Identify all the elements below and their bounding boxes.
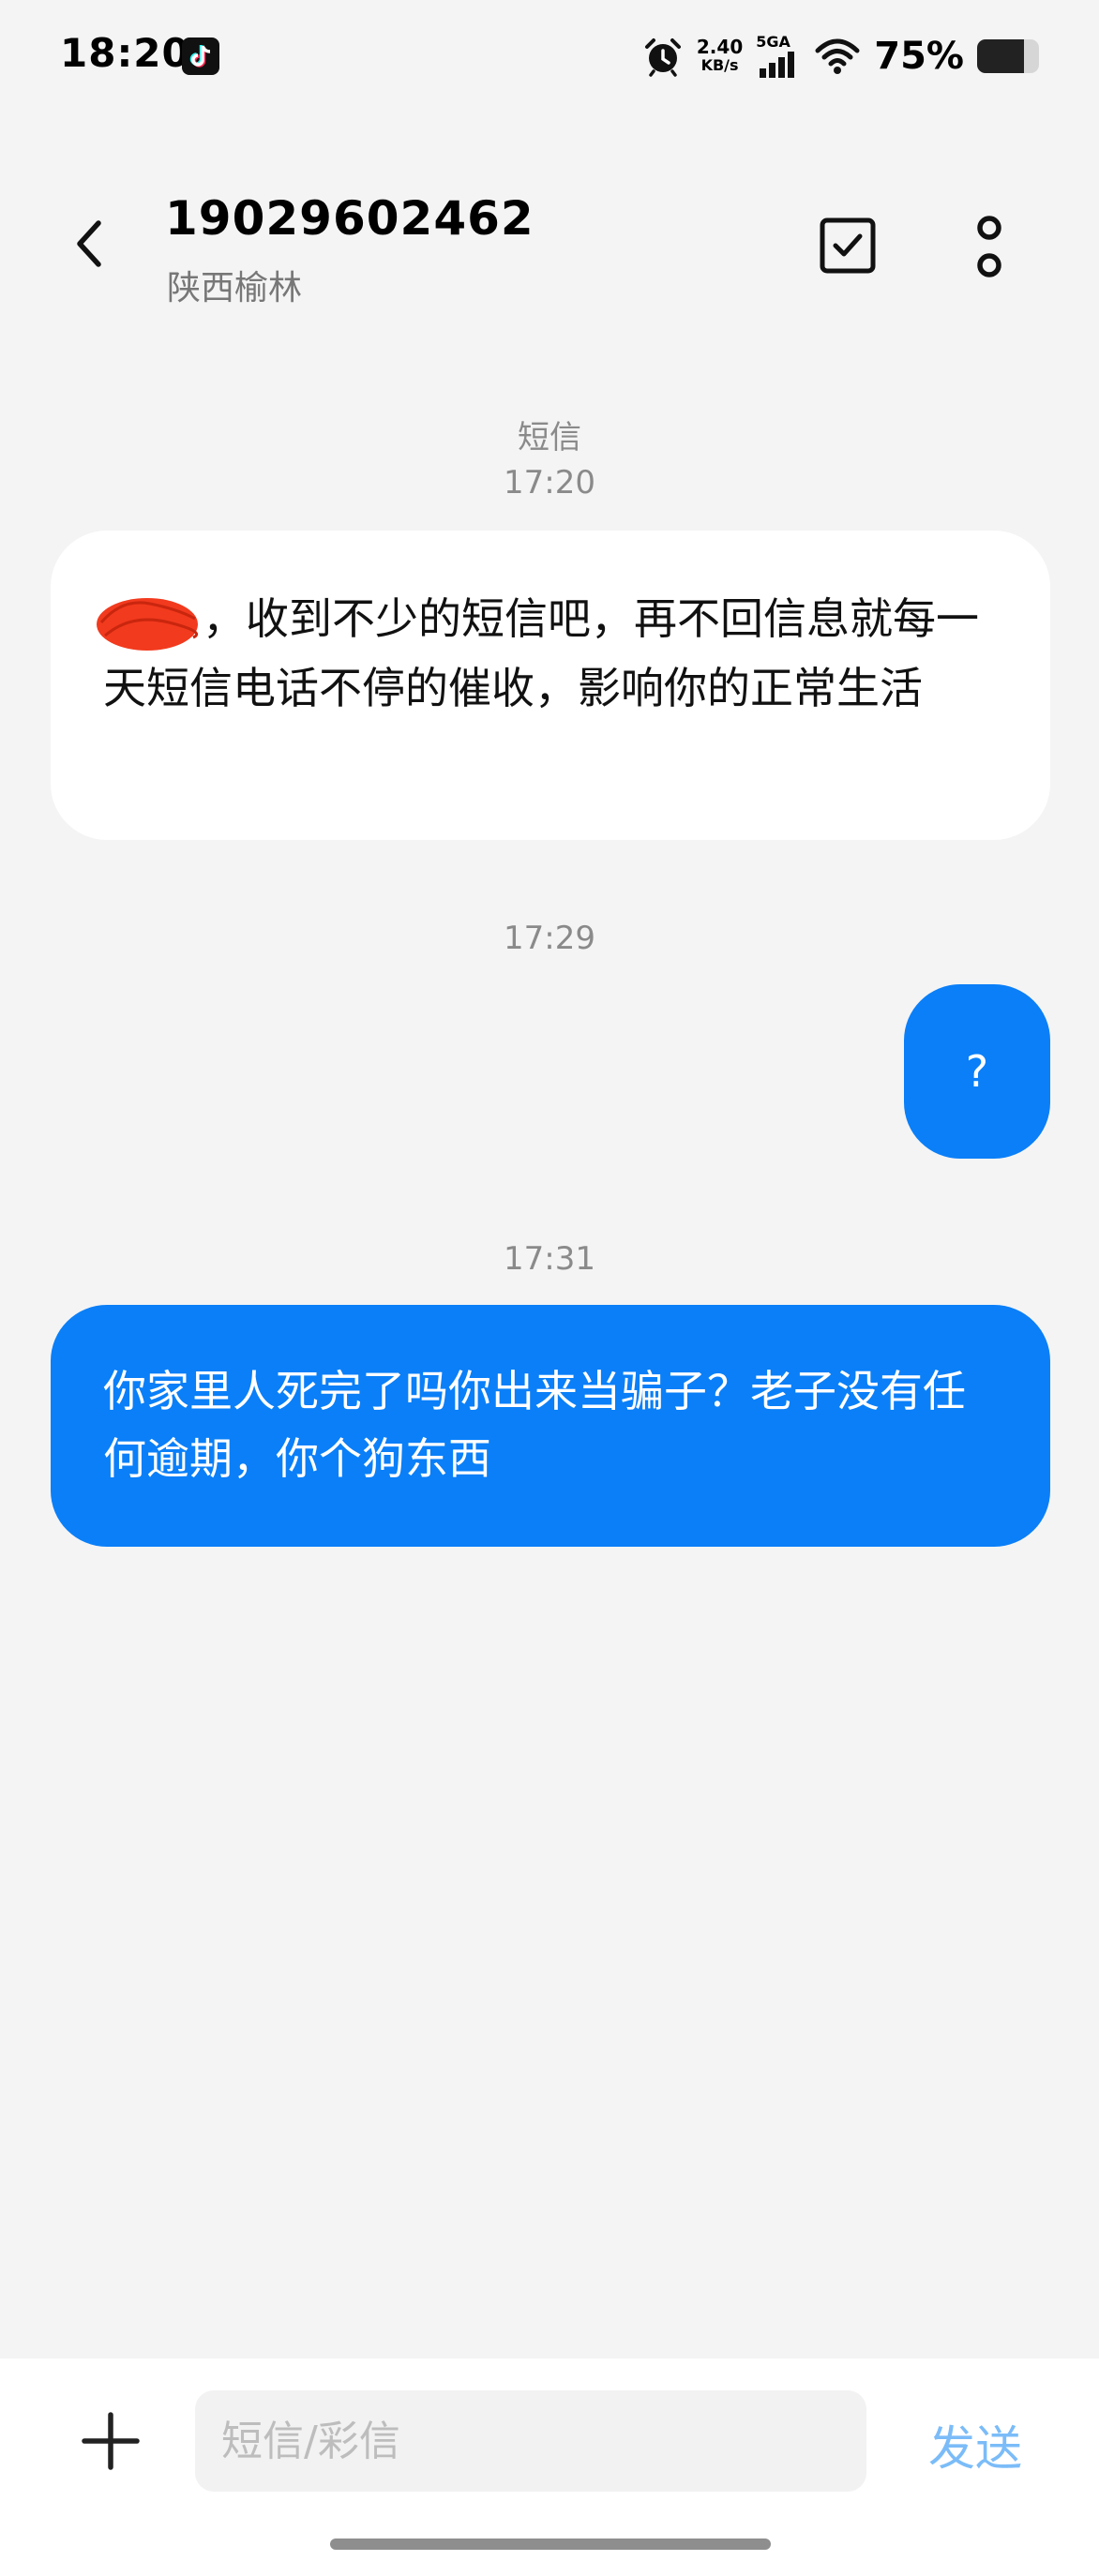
network-type-label: 5GA (756, 33, 790, 51)
network-speed: 2.40 KB/s (697, 37, 743, 75)
cellular-signal: 5GA (756, 35, 801, 78)
outgoing-message-text: ? (965, 1046, 989, 1097)
wifi-icon (815, 38, 860, 74)
message-timestamp: 17:29 (504, 920, 595, 957)
signal-bars-icon (760, 52, 795, 78)
status-time: 18:20 (60, 30, 190, 76)
outgoing-message-text: 你家里人死完了吗你出来当骗子？老子没有任何逾期，你个狗东西 (103, 1366, 966, 1484)
select-messages-button[interactable] (814, 212, 881, 279)
outgoing-message[interactable]: 你家里人死完了吗你出来当骗子？老子没有任何逾期，你个狗东西 (51, 1305, 1050, 1547)
more-options-button[interactable] (956, 204, 1022, 289)
status-bar: 18:20 2.40 KB/s 5GA 75% (0, 0, 1099, 112)
contact-location: 陕西榆林 (167, 269, 303, 307)
incoming-message-text: ，收到不少的短信吧，再不回信息就每一天短信电话不停的催收，影响你的正常生活 (103, 593, 979, 713)
battery-icon (977, 39, 1039, 73)
conversation-header: 19029602462 陕西榆林 (0, 178, 1099, 319)
incoming-message[interactable]: ，收到不少的短信吧，再不回信息就每一天短信电话不停的催收，影响你的正常生活 (51, 531, 1050, 840)
attach-button[interactable] (73, 2404, 148, 2479)
network-speed-unit: KB/s (700, 56, 739, 74)
contact-number: 19029602462 (165, 191, 534, 246)
message-timestamp: 17:31 (504, 1240, 595, 1278)
redaction-scribble (97, 597, 199, 651)
message-input[interactable] (195, 2390, 866, 2492)
checkbox-icon (820, 217, 876, 274)
channel-label: 短信 (518, 419, 581, 457)
tiktok-notification-icon (182, 37, 219, 75)
battery-percent: 75% (874, 35, 964, 78)
network-speed-value: 2.40 (696, 36, 744, 58)
send-button[interactable]: 发送 (928, 2411, 1022, 2479)
alarm-icon (644, 38, 681, 77)
home-indicator[interactable] (330, 2539, 771, 2550)
back-button[interactable] (56, 206, 122, 281)
plus-icon (82, 2412, 140, 2470)
chevron-left-icon (77, 220, 101, 267)
more-vertical-icon (977, 216, 1001, 277)
message-timestamp: 17:20 (504, 464, 595, 502)
battery-level-fill (977, 39, 1024, 73)
outgoing-message[interactable]: ? (904, 984, 1050, 1159)
